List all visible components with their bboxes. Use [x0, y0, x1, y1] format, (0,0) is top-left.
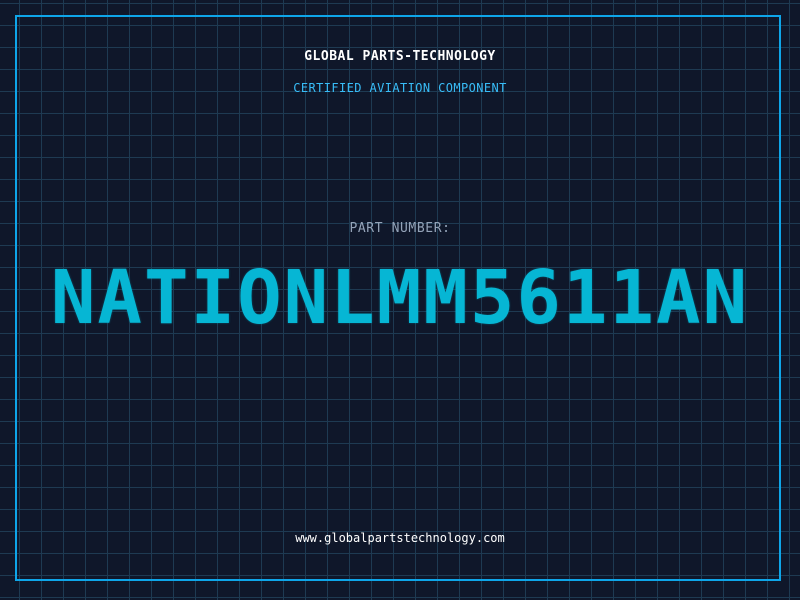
part-number-value: NATIONLMM5611AN: [50, 255, 750, 341]
tagline: CERTIFIED AVIATION COMPONENT: [293, 81, 507, 95]
website-url: www.globalpartstechnology.com: [295, 531, 505, 545]
part-number-label: PART NUMBER:: [349, 221, 451, 236]
company-title: GLOBAL PARTS-TECHNOLOGY: [304, 49, 496, 64]
